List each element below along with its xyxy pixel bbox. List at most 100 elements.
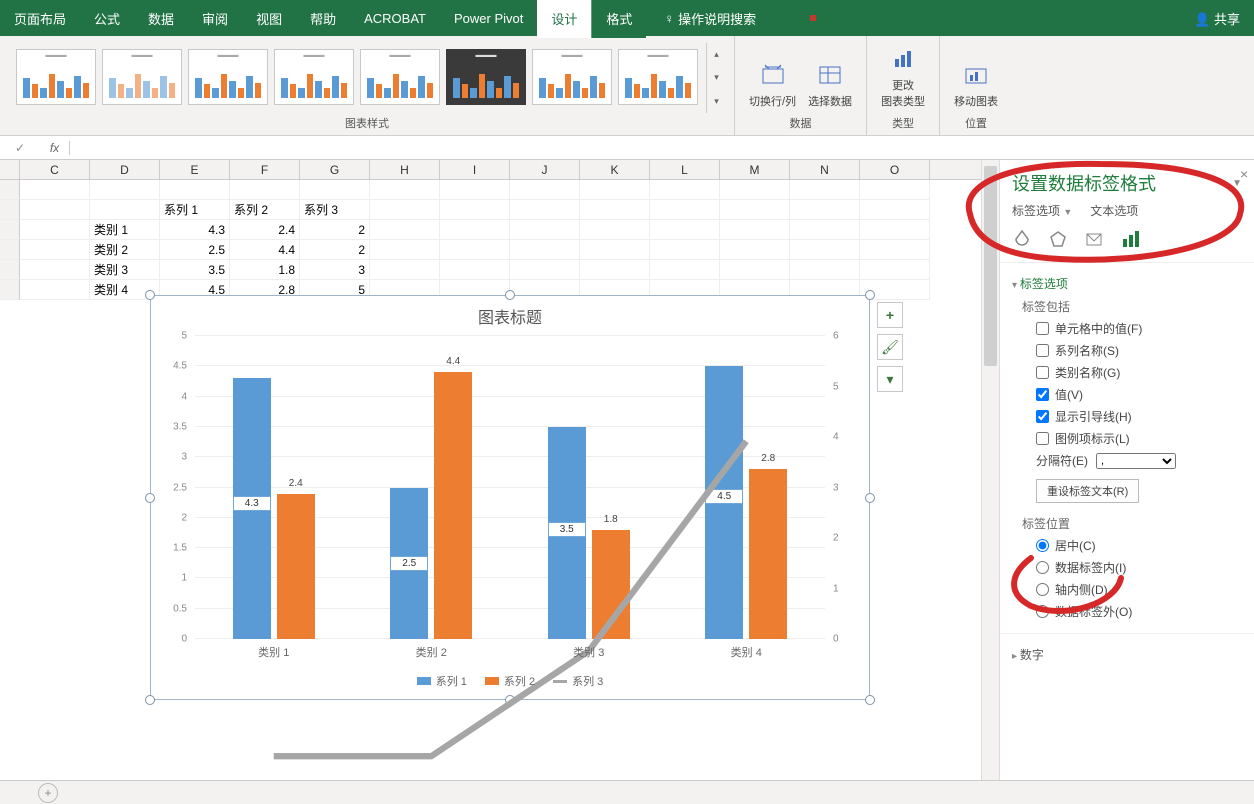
- resize-handle[interactable]: [145, 290, 155, 300]
- chart-style-gallery[interactable]: ▬▬▬ ▬▬▬ ▬▬▬ ▬▬▬ ▬▬▬ ▬▬▬ ▬▬▬ ▬▬▬: [8, 43, 706, 113]
- cb-legend-key[interactable]: 图例项标示(L): [1036, 430, 1242, 447]
- tab-format[interactable]: 格式: [591, 0, 646, 38]
- legend-item[interactable]: 系列 2: [485, 673, 535, 689]
- reset-label-text-button[interactable]: 重设标签文本(R): [1036, 479, 1139, 503]
- share-button[interactable]: 👤 共享: [1180, 9, 1254, 28]
- cb-cell-value[interactable]: 单元格中的值(F): [1036, 320, 1242, 337]
- spreadsheet-grid[interactable]: C D E F G H I J K L M N O 系列 1系列 2系列 3 类…: [0, 160, 994, 780]
- size-icon[interactable]: [1084, 229, 1104, 252]
- chart-style-thumb[interactable]: ▬▬▬: [188, 49, 268, 105]
- label-options-tab[interactable]: 标签选项 ▼: [1012, 202, 1072, 219]
- col-header[interactable]: L: [650, 160, 720, 179]
- chart-style-thumb[interactable]: ▬▬▬: [102, 49, 182, 105]
- resize-handle[interactable]: [145, 695, 155, 705]
- col-header[interactable]: J: [510, 160, 580, 179]
- bar-series2[interactable]: 1.8: [592, 530, 630, 639]
- section-number[interactable]: 数字: [1012, 646, 1242, 663]
- data-label[interactable]: 4.5: [705, 489, 743, 504]
- chart-elements-button[interactable]: +: [877, 302, 903, 328]
- table-row[interactable]: 类别 22.54.42: [0, 240, 994, 260]
- chart-style-thumb[interactable]: ▬▬▬: [618, 49, 698, 105]
- bar-series2[interactable]: 2.8: [749, 469, 787, 639]
- rb-inside-base[interactable]: 轴内侧(D): [1036, 581, 1242, 598]
- chart-style-thumb[interactable]: ▬▬▬: [446, 49, 526, 105]
- data-label[interactable]: 4.3: [233, 496, 271, 511]
- change-chart-type-button[interactable]: 更改 图表类型: [875, 41, 931, 113]
- tab-design[interactable]: 设计: [537, 0, 591, 38]
- legend-item[interactable]: 系列 3: [553, 673, 603, 689]
- chart-filters-button[interactable]: ▾: [877, 366, 903, 392]
- chart-style-thumb[interactable]: ▬▬▬: [274, 49, 354, 105]
- chart-title[interactable]: 图表标题: [151, 296, 869, 336]
- plot-area[interactable]: 4.3 2.4 2.5 4.4: [195, 336, 825, 639]
- effects-icon[interactable]: [1048, 229, 1068, 252]
- separator-select[interactable]: ,: [1096, 453, 1176, 469]
- tell-me-search[interactable]: ♀ 操作说明搜索: [650, 0, 770, 38]
- bar-series1[interactable]: 4.3: [233, 378, 271, 639]
- chart-style-thumb[interactable]: ▬▬▬: [16, 49, 96, 105]
- bar-group[interactable]: 4.3 2.4: [195, 336, 353, 639]
- select-data-button[interactable]: 选择数据: [802, 57, 858, 113]
- bar-series2[interactable]: 4.4: [434, 372, 472, 639]
- tab-view[interactable]: 视图: [242, 0, 296, 38]
- text-options-tab[interactable]: 文本选项: [1090, 202, 1138, 219]
- col-header[interactable]: E: [160, 160, 230, 179]
- vertical-scrollbar[interactable]: [981, 160, 999, 780]
- bar-group[interactable]: 4.5 2.8: [668, 336, 826, 639]
- fill-icon[interactable]: [1012, 229, 1032, 252]
- chart-style-thumb[interactable]: ▬▬▬: [360, 49, 440, 105]
- rb-outside-end[interactable]: 数据标签外(O): [1036, 603, 1242, 620]
- chart-styles-button[interactable]: 🖌: [877, 334, 903, 360]
- col-header[interactable]: O: [860, 160, 930, 179]
- tab-help[interactable]: 帮助: [296, 0, 350, 38]
- tab-page-layout[interactable]: 页面布局: [0, 0, 80, 38]
- col-header[interactable]: K: [580, 160, 650, 179]
- bar-series1[interactable]: 4.5: [705, 366, 743, 639]
- resize-handle[interactable]: [505, 290, 515, 300]
- section-label-options[interactable]: 标签选项: [1012, 275, 1242, 292]
- table-row[interactable]: 类别 33.51.83: [0, 260, 994, 280]
- move-chart-button[interactable]: 移动图表: [948, 57, 1004, 113]
- col-header[interactable]: M: [720, 160, 790, 179]
- col-header[interactable]: F: [230, 160, 300, 179]
- tab-power-pivot[interactable]: Power Pivot: [440, 1, 537, 36]
- close-pane-icon[interactable]: ×: [1240, 166, 1254, 182]
- col-header[interactable]: C: [20, 160, 90, 179]
- resize-handle[interactable]: [865, 290, 875, 300]
- resize-handle[interactable]: [865, 695, 875, 705]
- col-header[interactable]: G: [300, 160, 370, 179]
- bar-series1[interactable]: 2.5: [390, 488, 428, 640]
- bar-group[interactable]: 2.5 4.4: [353, 336, 511, 639]
- col-header[interactable]: I: [440, 160, 510, 179]
- table-row[interactable]: 类别 14.32.42: [0, 220, 994, 240]
- resize-handle[interactable]: [505, 695, 515, 705]
- cb-leader-lines[interactable]: 显示引导线(H): [1036, 408, 1242, 425]
- new-sheet-button[interactable]: +: [38, 783, 58, 803]
- formula-cancel-icon[interactable]: ✓: [0, 141, 40, 155]
- embedded-chart[interactable]: + 🖌 ▾ 图表标题 5 4.5 4 3.5 3 2.5 2 1.5 1 0.5…: [150, 295, 870, 700]
- cb-series-name[interactable]: 系列名称(S): [1036, 342, 1242, 359]
- tab-formulas[interactable]: 公式: [80, 0, 134, 38]
- data-label[interactable]: 3.5: [548, 522, 586, 537]
- chart-style-thumb[interactable]: ▬▬▬: [532, 49, 612, 105]
- chart-style-scroll[interactable]: ▴▾▾: [706, 43, 726, 113]
- label-options-icon[interactable]: [1120, 229, 1140, 252]
- tab-review[interactable]: 审阅: [188, 0, 242, 38]
- tab-data[interactable]: 数据: [134, 0, 188, 38]
- cb-category-name[interactable]: 类别名称(G): [1036, 364, 1242, 381]
- rb-center[interactable]: 居中(C): [1036, 537, 1242, 554]
- legend-item[interactable]: 系列 1: [417, 673, 467, 689]
- table-row[interactable]: 系列 1系列 2系列 3: [0, 200, 994, 220]
- chart-legend[interactable]: 系列 1 系列 2 系列 3: [151, 673, 869, 689]
- col-header[interactable]: D: [90, 160, 160, 179]
- data-label[interactable]: 2.5: [390, 556, 428, 571]
- col-header[interactable]: N: [790, 160, 860, 179]
- rb-inside-end[interactable]: 数据标签内(I): [1036, 559, 1242, 576]
- switch-row-col-button[interactable]: 切换行/列: [743, 57, 802, 113]
- col-header[interactable]: H: [370, 160, 440, 179]
- tab-acrobat[interactable]: ACROBAT: [350, 1, 440, 36]
- bar-series2[interactable]: 2.4: [277, 494, 315, 639]
- bar-series1[interactable]: 3.5: [548, 427, 586, 639]
- fx-icon[interactable]: fx: [40, 141, 70, 155]
- cb-value[interactable]: 值(V): [1036, 386, 1242, 403]
